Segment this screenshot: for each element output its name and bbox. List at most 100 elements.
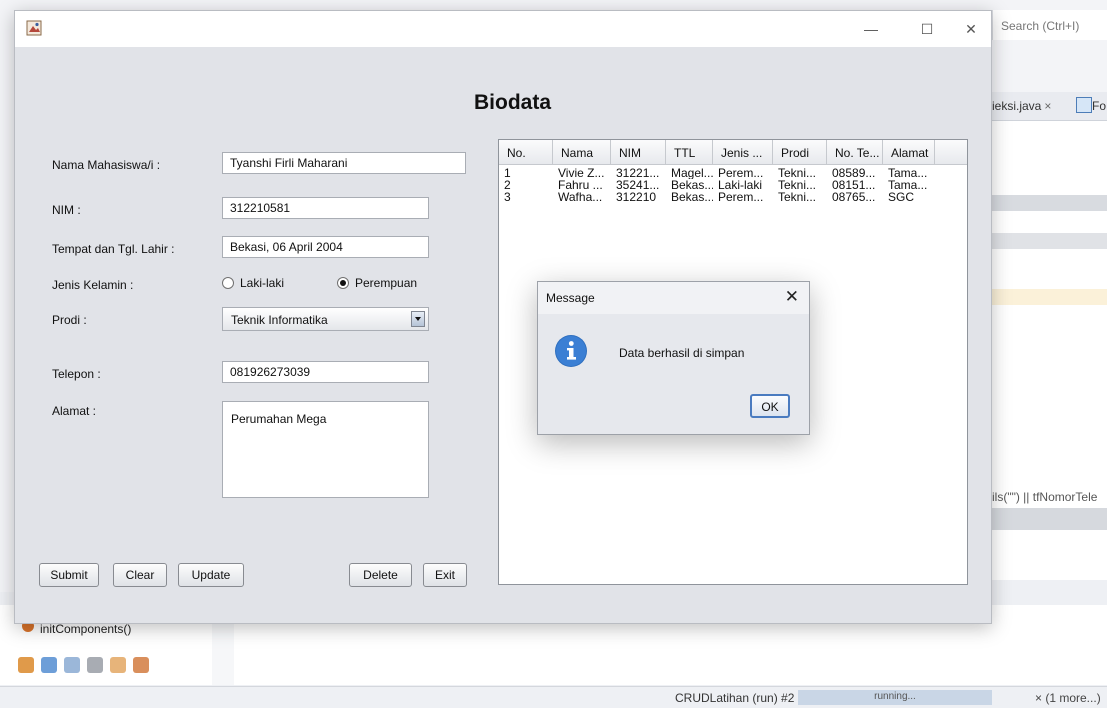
ide-search-box[interactable]: Search (Ctrl+I) [992, 10, 1107, 40]
maximize-button[interactable]: ☐ [909, 17, 945, 41]
navigator-toolbar [18, 657, 149, 673]
status-more-button[interactable]: × (1 more...) [1035, 691, 1101, 705]
telepon-input[interactable] [222, 361, 429, 383]
field-icon[interactable] [41, 657, 57, 673]
table-cell: 31221... [616, 167, 660, 179]
status-progress-label: running... [874, 691, 916, 702]
column-header[interactable]: No. [499, 140, 553, 164]
editor-current-line [992, 289, 1107, 305]
chevron-down-icon[interactable] [411, 311, 425, 327]
ide-editor-tabs: ieksi.java × Fo [992, 92, 1107, 121]
table-row[interactable]: 2 Fahru ... 35241... Bekas... Laki-laki … [499, 179, 967, 191]
ide-tab-java[interactable]: ieksi.java × [992, 99, 1051, 113]
ok-button[interactable]: OK [750, 394, 790, 418]
table-cell: Perem... [718, 191, 764, 203]
filter-icon[interactable] [18, 657, 34, 673]
table-cell: Tama... [888, 179, 928, 191]
table-cell: Fahru ... [558, 179, 603, 191]
column-header[interactable]: Jenis ... [713, 140, 773, 164]
update-button[interactable]: Update [178, 563, 244, 587]
editor-highlight-line [992, 195, 1107, 211]
table-cell: 3 [504, 191, 511, 203]
ide-code-text: ils("") || tfNomorTele [992, 490, 1098, 504]
table-cell: 35241... [616, 179, 660, 191]
close-icon[interactable]: × [1044, 99, 1051, 113]
table-header: No. Nama NIM TTL Jenis ... Prodi No. Te.… [499, 140, 967, 165]
table-row[interactable]: 3 Wafha... 312210 Bekas... Perem... Tekn… [499, 191, 967, 203]
status-progress-bar: running... [798, 690, 992, 705]
submit-button[interactable]: Submit [39, 563, 99, 587]
prodi-select[interactable]: Teknik Informatika [222, 307, 429, 331]
table-row[interactable]: 1 Vivie Z... 31221... Magel... Perem... … [499, 167, 967, 179]
nama-input[interactable] [222, 152, 466, 174]
table-cell: SGC [888, 191, 915, 203]
label-nama: Nama Mahasiswa/i : [52, 158, 161, 172]
table-cell: Laki-laki [718, 179, 763, 191]
dialog-titlebar[interactable]: Message ✕ [538, 282, 809, 314]
radio-perempuan[interactable]: Perempuan [337, 276, 417, 290]
alamat-textarea[interactable]: Perumahan Mega [222, 401, 429, 498]
exit-button[interactable]: Exit [423, 563, 467, 587]
ide-tab-form-label[interactable]: Fo [1092, 99, 1106, 113]
lock-icon[interactable] [87, 657, 103, 673]
column-header[interactable]: No. Te... [827, 140, 883, 164]
radio-circle-perempuan [337, 277, 349, 289]
delete-button[interactable]: Delete [349, 563, 412, 587]
label-ttl: Tempat dan Tgl. Lahir : [52, 242, 175, 256]
table-cell: Tekni... [778, 191, 817, 203]
label-prodi: Prodi : [52, 313, 87, 327]
table-cell: 2 [504, 179, 511, 191]
table-cell: 08765... [832, 191, 876, 203]
static-icon[interactable] [64, 657, 80, 673]
table-cell: 1 [504, 167, 511, 179]
dialog-title: Message [546, 291, 595, 305]
java-app-icon [26, 20, 42, 36]
nim-input[interactable] [222, 197, 429, 219]
ide-left-strip [0, 92, 14, 592]
table-cell: Wafha... [558, 191, 603, 203]
radio-laki-laki[interactable]: Laki-laki [222, 276, 284, 290]
table-cell: Magel... [671, 167, 713, 179]
column-header[interactable]: TTL [666, 140, 713, 164]
dialog-close-button[interactable]: ✕ [785, 286, 799, 308]
table-cell: Bekas... [671, 179, 713, 191]
minimize-button[interactable]: — [853, 17, 889, 41]
column-header[interactable]: Nama [553, 140, 611, 164]
form-title: Biodata [474, 91, 552, 114]
clear-button[interactable]: Clear [113, 563, 167, 587]
label-jenis-kelamin: Jenis Kelamin : [52, 278, 134, 292]
information-icon [555, 335, 587, 367]
dialog-message: Data berhasil di simpan [619, 346, 745, 360]
prodi-selected-value: Teknik Informatika [231, 313, 328, 327]
label-nim: NIM : [52, 203, 81, 217]
table-cell: Vivie Z... [558, 167, 605, 179]
label-telepon: Telepon : [52, 367, 101, 381]
column-header[interactable]: NIM [611, 140, 666, 164]
editor-highlight-line [992, 508, 1107, 530]
window-titlebar[interactable]: — ☐ ✕ [15, 11, 991, 47]
radio-label-laki-laki: Laki-laki [240, 276, 285, 290]
status-run-label: CRUDLatihan (run) #2 [675, 691, 795, 705]
biodata-window: — ☐ ✕ Biodata Nama Mahasiswa/i : NIM : T… [14, 10, 992, 624]
sort-icon[interactable] [133, 657, 149, 673]
table-cell: 312210 [616, 191, 657, 203]
inherited-icon[interactable] [110, 657, 126, 673]
table-cell: 08589... [832, 167, 876, 179]
label-alamat: Alamat : [52, 404, 97, 418]
message-dialog: Message ✕ Data berhasil di simpan OK [537, 281, 810, 435]
column-header[interactable]: Alamat [883, 140, 935, 164]
window-close-button[interactable]: ✕ [953, 17, 989, 41]
radio-label-perempuan: Perempuan [355, 276, 418, 290]
table-cell: Tekni... [778, 179, 817, 191]
radio-circle-laki-laki [222, 277, 234, 289]
ide-status-bar: CRUDLatihan (run) #2 running... × (1 mor… [0, 686, 1107, 708]
table-cell: 08151... [832, 179, 876, 191]
editor-highlight-line [992, 233, 1107, 249]
ttl-input[interactable] [222, 236, 429, 258]
navigator-item-initcomponents[interactable]: initComponents() [40, 622, 131, 636]
table-cell: Perem... [718, 167, 764, 179]
form-file-icon [1076, 97, 1092, 113]
column-header[interactable]: Prodi [773, 140, 827, 164]
table-cell: Tama... [888, 167, 928, 179]
ide-search-placeholder: Search (Ctrl+I) [1001, 19, 1080, 33]
